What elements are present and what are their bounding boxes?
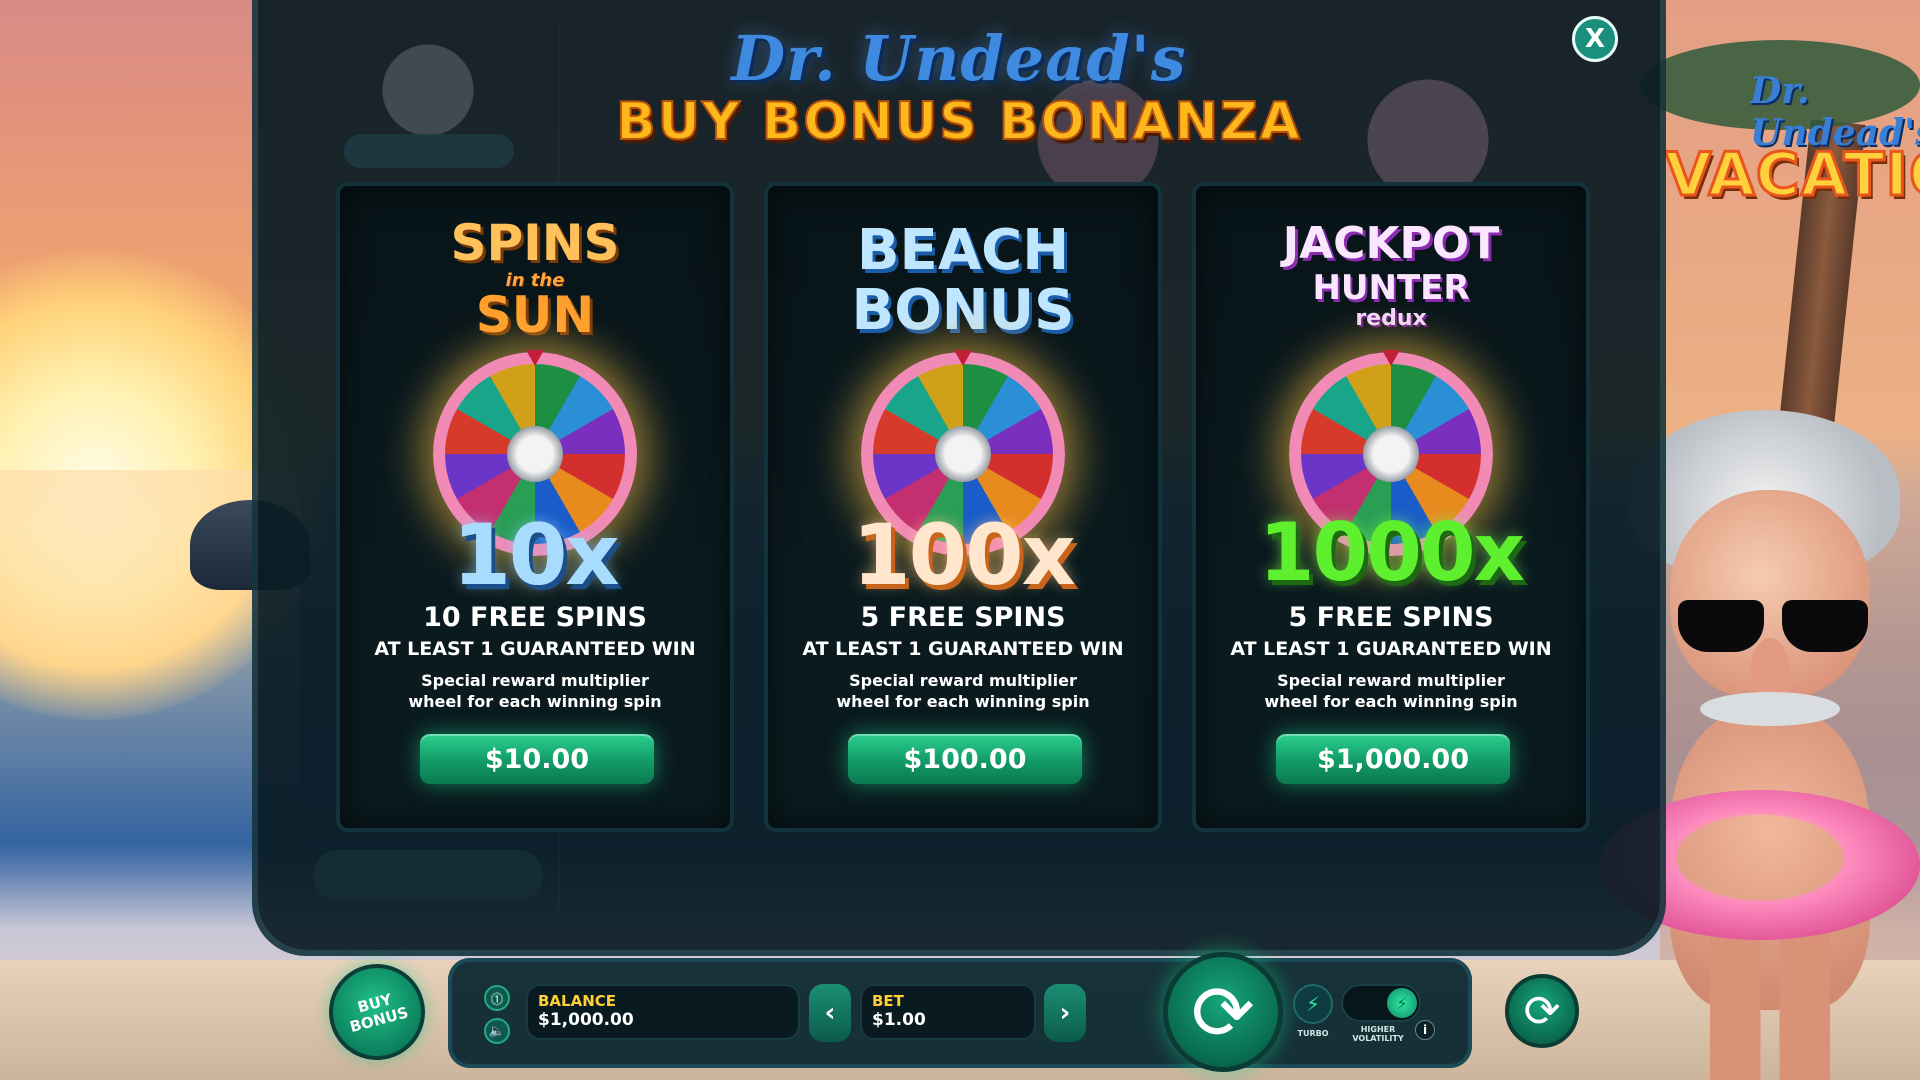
buy-bonus-modal: Dr. Undead's BUY BONUS BONANZA X SPINS i… (258, 0, 1660, 950)
multiplier: 1000x (1258, 506, 1525, 599)
buy-price-button[interactable]: $100.00 (848, 734, 1082, 784)
multiplier: 10x (452, 506, 619, 604)
buy-price-button[interactable]: $10.00 (420, 734, 654, 784)
description-line1: Special reward multiplier (1277, 671, 1505, 690)
professor-face-icon (1363, 426, 1419, 482)
volatility-label: HIGHER VOLATILITY (1352, 1025, 1404, 1043)
description-line1: Special reward multiplier (421, 671, 649, 690)
bet-increase-button[interactable]: › (1044, 984, 1086, 1042)
free-spins-count: 5 FREE SPINS (860, 602, 1066, 633)
description-line2: wheel for each winning spin (1264, 692, 1518, 711)
bonus-card-beach-bonus: BEACH BONUS 100x 5 FREE SPINS AT LEAST 1… (768, 186, 1158, 828)
game-logo: Dr. Undead's VACATIO (1664, 70, 1920, 212)
guarantee-text: AT LEAST 1 GUARANTEED WIN (802, 638, 1124, 660)
card-title-line1: JACKPOT (1282, 218, 1500, 269)
bet-value: $1.00 (872, 1010, 926, 1030)
game-logo-title: VACATIO (1664, 139, 1920, 212)
reels-bar-ghost (313, 850, 543, 900)
card-description: Special reward multiplier wheel for each… (1196, 670, 1586, 712)
guarantee-text: AT LEAST 1 GUARANTEED WIN (374, 638, 696, 660)
balance-display: BALANCE $1,000.00 (526, 984, 800, 1040)
card-title-line2: BONUS (851, 278, 1075, 343)
card-title-line1: SPINS (450, 214, 620, 272)
card-title-line1: BEACH (856, 218, 1070, 283)
bet-label: BET (872, 992, 904, 1010)
balance-label: BALANCE (538, 992, 617, 1010)
volatility-toggle[interactable]: ⚡ (1341, 984, 1421, 1022)
turbo-label: TURBO (1297, 1029, 1329, 1038)
bonus-card-jackpot-hunter: JACKPOT HUNTER redux 1000x 5 FREE SPINS … (1196, 186, 1586, 828)
wheel-pointer-icon (954, 350, 972, 366)
modal-title-script: Dr. Undead's (731, 22, 1187, 95)
multiplier: 100x (852, 506, 1076, 604)
sound-icon[interactable]: 🔈 (484, 1018, 510, 1044)
guarantee-text: AT LEAST 1 GUARANTEED WIN (1230, 638, 1552, 660)
settings-icon[interactable]: ⓵ (484, 985, 510, 1011)
turbo-button[interactable]: ⚡ (1293, 984, 1333, 1024)
bonus-card-spins-in-the-sun: SPINS in the SUN 10x 10 FREE SPINS AT LE… (340, 186, 730, 828)
wheel-pointer-icon (1382, 350, 1400, 366)
card-title-line3: redux (1355, 306, 1427, 331)
lightning-icon: ⚡ (1387, 988, 1417, 1018)
info-button[interactable]: i (1415, 1020, 1435, 1040)
lightning-icon: ⚡ (1305, 992, 1321, 1016)
card-description: Special reward multiplier wheel for each… (340, 670, 730, 712)
description-line2: wheel for each winning spin (836, 692, 1090, 711)
professor-face-icon (507, 426, 563, 482)
card-description: Special reward multiplier wheel for each… (768, 670, 1158, 712)
wheel-pointer-icon (526, 350, 544, 366)
close-button[interactable]: X (1572, 16, 1618, 62)
buy-price-button[interactable]: $1,000.00 (1276, 734, 1510, 784)
bet-decrease-button[interactable]: ‹ (809, 984, 851, 1042)
free-spins-count: 5 FREE SPINS (1288, 602, 1494, 633)
free-spins-count: 10 FREE SPINS (423, 602, 647, 633)
balance-value: $1,000.00 (538, 1010, 634, 1030)
card-title-line3: SUN (475, 286, 595, 344)
professor-face-icon (935, 426, 991, 482)
description-line1: Special reward multiplier (849, 671, 1077, 690)
spin-button[interactable]: ⟳ (1163, 952, 1283, 1072)
bet-display: BET $1.00 (860, 984, 1036, 1040)
card-title-line2: HUNTER (1312, 268, 1470, 308)
modal-title: BUY BONUS BONANZA (615, 91, 1302, 153)
description-line2: wheel for each winning spin (408, 692, 662, 711)
autoplay-button[interactable]: ⟳ (1505, 974, 1579, 1048)
